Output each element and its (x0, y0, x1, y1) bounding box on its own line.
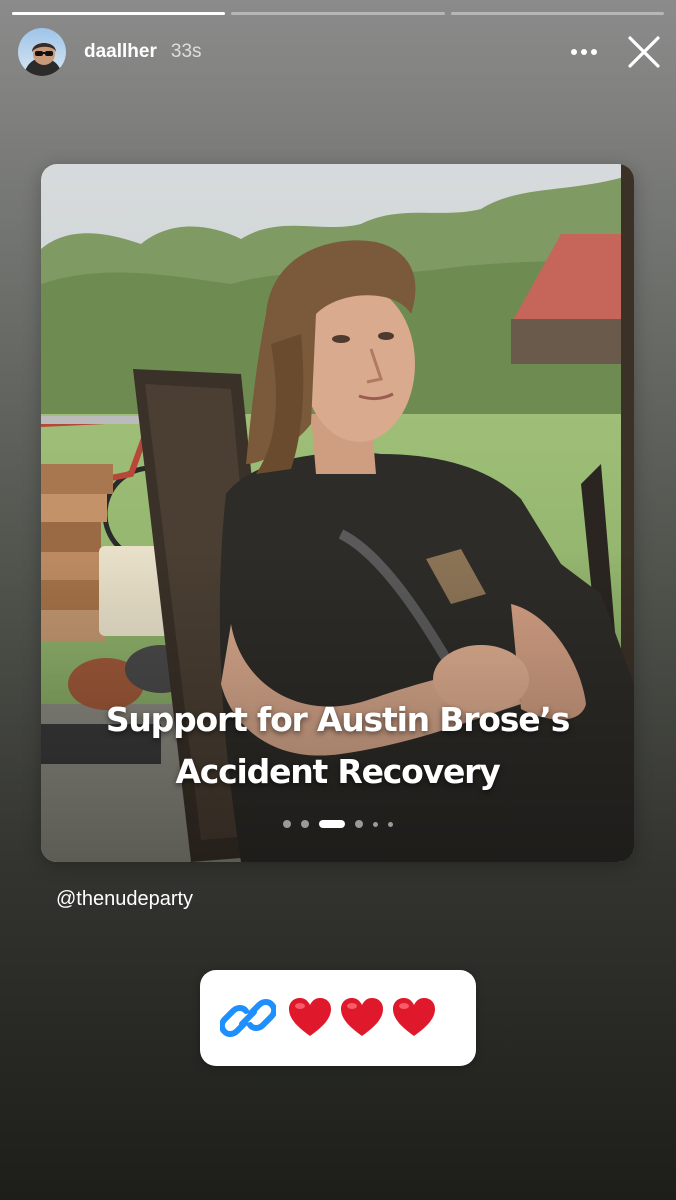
link-sticker[interactable] (200, 970, 476, 1066)
carousel-indicator (41, 820, 634, 828)
shared-post-card[interactable]: Support for Austin Brose’s Accident Reco… (41, 164, 634, 862)
story-viewer[interactable]: daallher 33s Support for Austin Brose’s … (0, 0, 676, 1200)
more-horizontal-icon[interactable] (564, 32, 604, 72)
carousel-dot (387, 821, 393, 827)
post-caption-line: Accident Recovery (175, 752, 500, 791)
carousel-dot (282, 820, 291, 828)
user-avatar-icon (18, 28, 66, 76)
timestamp: 33s (170, 41, 202, 62)
story-progress (12, 12, 664, 15)
carousel-dot (372, 821, 378, 827)
heart-icon (393, 998, 435, 1036)
story-header: daallher 33s (18, 26, 662, 78)
link-icon (220, 999, 276, 1037)
progress-fill (12, 12, 226, 15)
progress-segment (450, 12, 664, 15)
link-sticker-text (286, 994, 438, 1042)
heart-icon (289, 998, 331, 1036)
progress-segment (231, 12, 445, 15)
avatar[interactable] (18, 28, 66, 76)
username[interactable]: daallher (84, 41, 157, 63)
carousel-dot (354, 820, 363, 828)
progress-segment (12, 12, 226, 15)
close-icon[interactable] (626, 34, 662, 70)
carousel-dot-active (318, 820, 345, 828)
heart-icon (341, 998, 383, 1036)
carousel-dot (300, 820, 309, 828)
post-caption: Support for Austin Brose’s Accident Reco… (41, 694, 634, 798)
mention-link[interactable]: @thenudeparty (56, 888, 193, 911)
post-caption-line: Support for Austin Brose’s (105, 700, 571, 739)
